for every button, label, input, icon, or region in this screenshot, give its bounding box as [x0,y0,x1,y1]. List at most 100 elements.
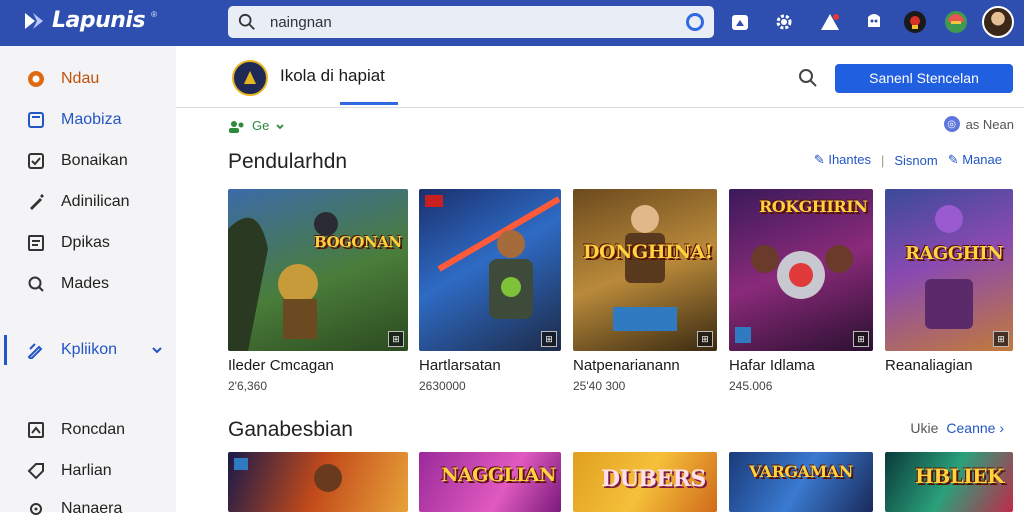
logo-trademark: ® [151,10,157,19]
settings-icon [26,499,46,519]
game-thumbnail[interactable]: RAGGHIN ⊞ [885,189,1013,351]
game-title[interactable]: Ileder Cmcagan [228,357,334,374]
logo-arrow-icon [25,12,43,29]
game-banner: RAGGHIN [905,243,1004,264]
sidebar-item-label: Bonaikan [61,152,128,169]
game-thumbnail[interactable]: DONGHINA! ⊞ [573,189,717,351]
game-art [613,205,677,331]
sidebar-item-label: Maobiza [61,111,122,128]
section-title: Ganabesbian [228,418,353,441]
more-prefix: Ukie [910,420,939,436]
bookmark-icon [26,110,46,130]
game-banner: BOGONAN [314,233,402,251]
game-thumbnail[interactable]: HBLIEK [885,452,1013,512]
top-bar: Lapunis ® naingnan [0,0,1024,46]
search-bar[interactable]: naingnan [228,6,714,38]
game-art [425,195,561,319]
game-title[interactable]: Hartlarsatan [419,357,501,374]
meta-label: as Nean [965,116,1014,132]
game-art [925,205,973,329]
search-icon [238,13,255,30]
sidebar-item-roncdan[interactable]: Roncdan [0,413,176,447]
link-manae[interactable]: ✎ Manae [948,152,1002,168]
home-icon[interactable] [728,10,752,34]
active-tab-indicator [340,102,398,105]
game-title[interactable]: Natpenarianann [573,357,680,374]
game-art [228,212,338,351]
sidebar-item-kpliikon[interactable]: Kpliikon [0,333,176,367]
separator: | [880,152,885,168]
expand-icon[interactable]: ⊞ [388,331,404,347]
see-more-link[interactable]: Ceanne › [946,420,1004,436]
sidebar-item-label: Ndau [61,70,100,87]
tab-title[interactable]: Ikola di hapiat [280,66,385,86]
link-sisnom[interactable]: Sisnom [894,153,937,168]
status-row[interactable]: Ge [228,118,285,133]
section-title: Pendularhdn [228,150,348,173]
search-icon[interactable] [798,68,818,88]
sidebar-item-harlian[interactable]: Harlian [0,454,176,488]
search-icon [26,274,46,294]
chat-icon[interactable] [862,10,886,34]
expand-icon[interactable]: ⊞ [541,331,557,347]
game-thumbnail[interactable]: DUBERS [573,452,717,512]
sidebar-item-label: Adinilican [61,193,130,210]
game-banner: NAGGLIAN [441,464,556,486]
colorful-icon[interactable] [944,10,968,34]
sidebar-item-label: Kpliikon [61,341,118,358]
game-banner: ROKGHIRIN [759,197,868,216]
game-thumbnail[interactable]: NAGGLIAN [419,452,561,512]
sidebar-item-label: Nanaera [61,500,123,517]
notification-icon[interactable] [818,10,842,34]
expand-icon[interactable]: ⊞ [853,331,869,347]
game-thumbnail[interactable]: ROKGHIRIN ⊞ [729,189,873,351]
chevron-down-icon[interactable] [275,121,285,131]
expand-icon[interactable]: ⊞ [697,331,713,347]
game-banner: HBLIEK [915,464,1004,488]
game-banner: DONGHINA! [583,241,713,263]
game-stat: 245.006 [729,379,773,393]
sidebar-item-label: Harlian [61,462,112,479]
edit-icon [26,340,46,360]
link-ihantes[interactable]: ✎ Ihantes [814,152,871,168]
game-banner: DUBERS [601,466,706,492]
sidebar-item-maobiza[interactable]: Maobiza [0,103,176,137]
section-links: ✎ Ihantes | Sisnom ✎ Manae [814,152,1002,168]
sidebar-item-label: Mades [61,275,110,292]
chart-icon [26,420,46,440]
sidebar-item-ndau[interactable]: Ndau [0,62,176,96]
game-title[interactable]: Reanaliagian [885,357,973,374]
game-thumbnail[interactable] [228,452,408,512]
gear-icon[interactable] [772,10,796,34]
pen-icon [26,192,46,212]
game-logo-icon[interactable] [232,60,268,96]
sidebar: Ndau Maobiza Bonaikan Adinilican Dpikas … [0,46,176,517]
game-banner: VARGAMAN [749,462,853,481]
app-logo[interactable]: Lapunis ® [22,8,157,33]
primary-action-button[interactable]: Sanenl Stencelan [835,64,1013,93]
game-title[interactable]: Hafar Idlama [729,357,815,374]
voice-search-icon[interactable] [686,13,704,31]
sidebar-item-bonaikan[interactable]: Bonaikan [0,144,176,178]
game-thumbnail[interactable]: ⊞ [419,189,561,351]
game-thumbnail[interactable]: VARGAMAN [729,452,873,512]
game-badge-icon[interactable] [903,10,927,34]
game-stat: 2'6,360 [228,379,267,393]
check-square-icon [26,151,46,171]
sidebar-item-adinilican[interactable]: Adinilican [0,185,176,219]
meta-info[interactable]: ◎ as Nean [943,116,1014,132]
expand-icon[interactable]: ⊞ [993,331,1009,347]
user-group-icon [229,120,244,133]
sidebar-item-nanaera[interactable]: Nanaera [0,492,176,526]
chevron-down-icon[interactable] [152,345,162,355]
sidebar-item-label: Dpikas [61,234,110,251]
sidebar-item-dpikas[interactable]: Dpikas [0,226,176,260]
logo-text: Lapunis [52,8,146,33]
tag-icon [26,461,46,481]
flame-icon [26,69,46,89]
avatar[interactable] [982,6,1014,38]
game-thumbnail[interactable]: BOGONAN ⊞ [228,189,408,351]
info-icon: ◎ [943,116,960,132]
search-input[interactable]: naingnan [270,14,332,31]
sidebar-item-mades[interactable]: Mades [0,267,176,301]
